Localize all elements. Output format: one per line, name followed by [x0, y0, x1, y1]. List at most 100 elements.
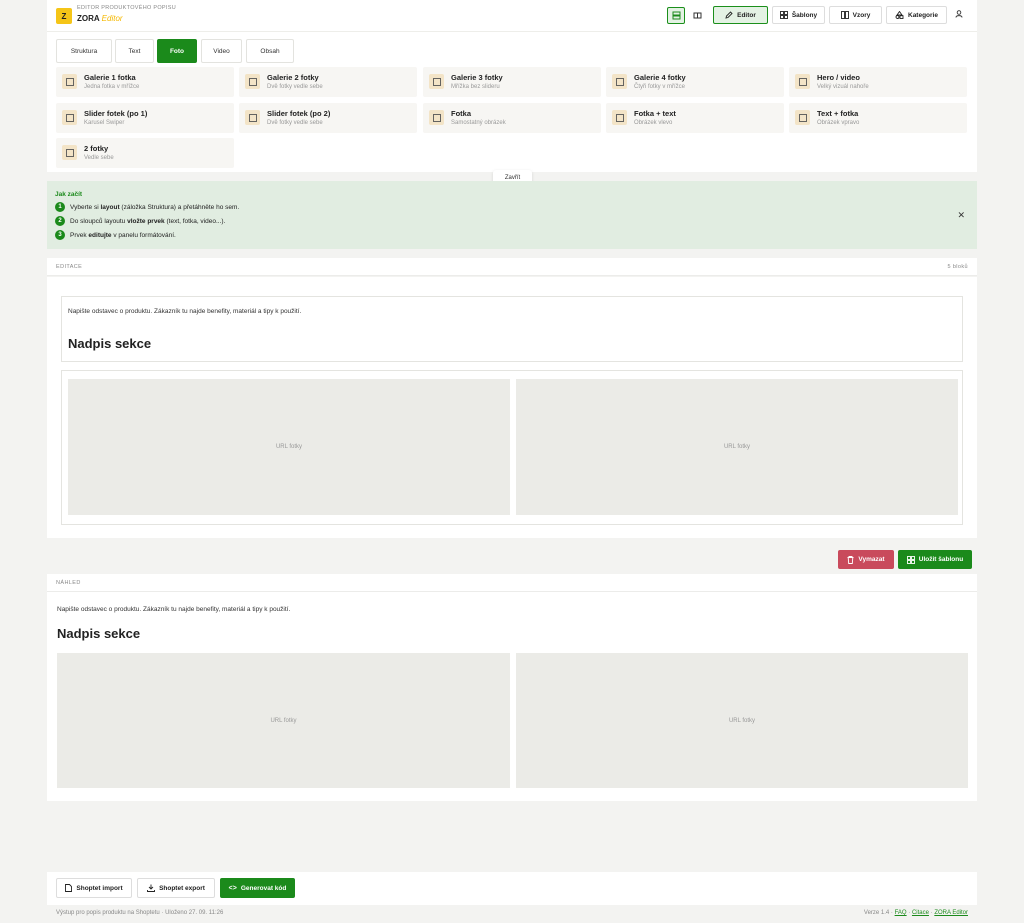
columns-icon	[840, 11, 849, 19]
nav-templates-label: Šablony	[791, 11, 818, 19]
top-bar: Z EDITOR PRODUKTOVÉHO POPISU ZORA Editor …	[47, 0, 977, 32]
tile-desc: Dvě fotky vedle sebe	[267, 120, 323, 126]
preview-header: NÁHLED	[47, 574, 977, 592]
section-heading[interactable]: Nadpis sekce	[68, 336, 151, 351]
preview-section: NÁHLED Napište odstavec o produktu. Záka…	[47, 574, 977, 801]
nav-editor-button[interactable]: Editor	[713, 6, 768, 24]
brand-name: ZORA	[77, 14, 100, 23]
step-number: 1	[55, 202, 65, 212]
code-icon: <>	[228, 884, 237, 892]
preview-image: URL fotky	[57, 653, 510, 788]
tile-desc: Mřížka bez slideru	[451, 84, 500, 90]
step-number: 3	[55, 230, 65, 240]
element-tile[interactable]: Galerie 1 fotka Jedna fotka v mřížce	[56, 67, 234, 97]
close-icon[interactable]: ✕	[957, 210, 965, 221]
generate-label: Generovat kód	[240, 884, 287, 892]
element-tile[interactable]: Fotka + text Obrázek vlevo	[606, 103, 784, 133]
grid-icon	[429, 74, 444, 89]
download-icon	[147, 884, 156, 892]
element-tile[interactable]: Galerie 4 fotky Čtyři fotky v mřížce	[606, 67, 784, 97]
brand-suffix: Editor	[101, 14, 123, 23]
tile-desc: Jedna fotka v mřížce	[84, 84, 140, 90]
user-icon[interactable]	[955, 10, 963, 20]
tile-name: Slider fotek (po 2)	[267, 109, 331, 118]
rows-icon	[672, 11, 680, 20]
tab-text[interactable]: Text	[115, 39, 154, 63]
tile-desc: Čtyři fotky v mřížce	[634, 84, 686, 90]
element-tile[interactable]: 2 fotky Vedle sebe	[56, 138, 234, 168]
layout-columns-toggle[interactable]	[688, 7, 706, 24]
image-placeholder[interactable]: URL fotky	[516, 379, 958, 515]
tab-foto[interactable]: Foto	[157, 39, 197, 63]
tile-name: Galerie 1 fotka	[84, 73, 136, 82]
element-tile[interactable]: Galerie 3 fotky Mřížka bez slideru	[423, 67, 601, 97]
step-bold: editujte	[88, 231, 112, 239]
tile-name: Galerie 4 fotky	[634, 73, 686, 82]
element-tile[interactable]: Fotka Samostatný obrázek	[423, 103, 601, 133]
element-tile[interactable]: Galerie 2 fotky Dvě fotky vedle sebe	[239, 67, 417, 97]
image-icon	[62, 74, 77, 89]
delete-label: Vymazat	[858, 556, 885, 563]
tile-name: Hero / video	[817, 73, 860, 82]
footer-links: Verze 1.4 · FAQ · Citace · ZORA Editor	[863, 910, 968, 916]
edit-section-header: EDITACE 5 bloků	[47, 258, 977, 276]
element-tile[interactable]: Text + fotka Obrázek vpravo	[789, 103, 967, 133]
shoptet-import-button[interactable]: Shoptet import	[56, 878, 132, 898]
photo-text-icon	[612, 110, 627, 125]
faq-link[interactable]: FAQ	[895, 910, 907, 916]
element-panel: Struktura Text Foto Video Obsah Galerie …	[47, 32, 977, 172]
step-text: (text, fotka, video...).	[164, 217, 226, 225]
element-tile[interactable]: Slider fotek (po 1) Karusel Swiper	[56, 103, 234, 133]
text-block[interactable]: Napište odstavec o produktu. Zákazník tu…	[61, 296, 963, 362]
shoptet-export-button[interactable]: Shoptet export	[137, 878, 215, 898]
slider2-icon	[245, 110, 260, 125]
element-tile[interactable]: Hero / video Velký vizuál nahoře	[789, 67, 967, 97]
nav-categories-button[interactable]: Kategorie	[886, 6, 947, 24]
step-bold: layout	[100, 203, 120, 211]
generate-code-button[interactable]: <> Generovat kód	[220, 878, 295, 898]
copy-icon	[245, 74, 260, 89]
layout-rows-toggle[interactable]	[667, 7, 685, 24]
tile-name: Galerie 3 fotky	[451, 73, 503, 82]
howto-title: Jak začít	[55, 191, 83, 198]
tile-name: Text + fotka	[817, 109, 859, 118]
tab-video[interactable]: Video	[201, 39, 242, 63]
element-tile[interactable]: Slider fotek (po 2) Dvě fotky vedle sebe	[239, 103, 417, 133]
delete-button[interactable]: Vymazat	[838, 550, 894, 569]
grid4-icon	[612, 74, 627, 89]
tile-name: Slider fotek (po 1)	[84, 109, 148, 118]
save-template-button[interactable]: Uložit šablonu	[898, 550, 972, 569]
hero-icon	[795, 74, 810, 89]
nav-templates-button[interactable]: Šablony	[772, 6, 825, 24]
status-text: Výstup pro popis produktu na Shoptetu · …	[56, 910, 224, 916]
citation-link[interactable]: Citace	[912, 910, 929, 916]
nav-editor-label: Editor	[737, 11, 756, 19]
step-number: 2	[55, 216, 65, 226]
tab-struktura[interactable]: Struktura	[56, 39, 112, 63]
version-text: Verze 1.4 ·	[863, 910, 893, 916]
tab-obsah[interactable]: Obsah	[246, 39, 294, 63]
step-text: (záložka Struktura) a přetáhněte ho sem.	[119, 203, 240, 211]
nav-patterns-button[interactable]: Vzory	[829, 6, 882, 24]
tile-desc: Dvě fotky vedle sebe	[267, 84, 323, 90]
save-template-label: Uložit šablonu	[918, 556, 964, 563]
trash-icon	[847, 555, 854, 564]
tile-name: Fotka + text	[634, 109, 676, 118]
tile-desc: Obrázek vpravo	[817, 120, 860, 126]
step-text: Vyberte si	[70, 203, 101, 211]
tile-name: 2 fotky	[84, 144, 109, 153]
nav-patterns-label: Vzory	[852, 11, 871, 19]
app-brand: ZORA Editor	[77, 14, 123, 23]
step-text: v panelu formátování.	[111, 231, 176, 239]
paragraph-text[interactable]: Napište odstavec o produktu. Zákazník tu…	[68, 308, 301, 315]
export-label: Shoptet export	[159, 884, 205, 892]
tile-name: Fotka	[451, 109, 472, 118]
photo-icon	[429, 110, 444, 125]
howto-banner: Jak začít 1 Vyberte si layout (záložka St…	[47, 181, 977, 249]
zora-link[interactable]: ZORA Editor	[934, 910, 968, 916]
tile-desc: Velký vizuál nahoře	[817, 84, 869, 90]
image-placeholder[interactable]: URL fotky	[68, 379, 510, 515]
footer-bar: Shoptet import Shoptet export <> Generov…	[47, 872, 977, 905]
pencil-icon	[725, 11, 733, 19]
image-row-block[interactable]: URL fotky URL fotky	[61, 370, 963, 525]
